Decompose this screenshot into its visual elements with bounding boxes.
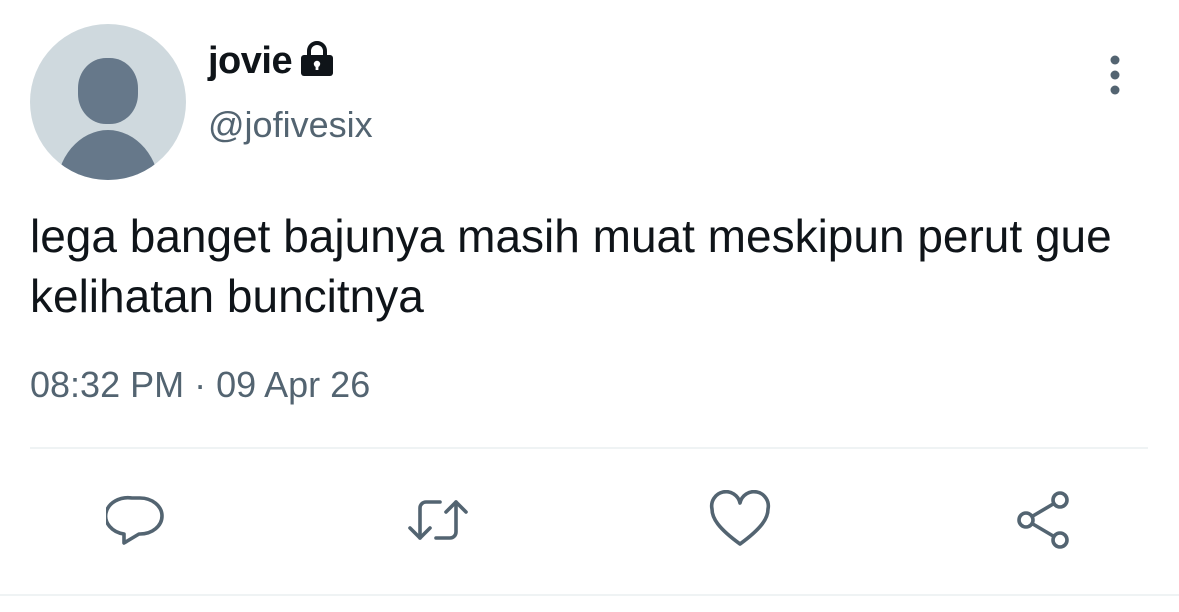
tweet-date: 09 Apr 26 <box>216 364 371 405</box>
timestamp-separator: · <box>194 364 207 405</box>
tweet-time: 08:32 PM <box>30 364 185 405</box>
more-options-icon[interactable] <box>1098 52 1132 98</box>
share-icon <box>1017 491 1069 549</box>
lock-icon <box>300 40 334 78</box>
display-name[interactable]: jovie <box>208 40 293 83</box>
share-button[interactable] <box>1012 488 1076 552</box>
tweet-timestamp[interactable]: 08:32 PM · 09 Apr 26 <box>30 364 370 406</box>
bottom-divider <box>0 594 1179 596</box>
tweet-card: jovie @jofivesix lega banget bajunya mas… <box>0 0 1179 612</box>
like-button[interactable] <box>708 488 772 552</box>
retweet-button[interactable] <box>406 488 470 552</box>
avatar[interactable] <box>30 24 186 180</box>
tweet-text: lega banget bajunya masih muat meskipun … <box>30 210 1112 322</box>
default-avatar-icon <box>56 58 160 180</box>
author-handle[interactable]: @jofivesix <box>208 104 373 146</box>
retweet-icon <box>408 500 468 540</box>
reply-button[interactable] <box>104 488 168 552</box>
author-name-row: jovie <box>208 38 334 84</box>
reply-icon <box>106 495 164 545</box>
like-icon <box>709 490 771 546</box>
divider <box>30 447 1148 449</box>
